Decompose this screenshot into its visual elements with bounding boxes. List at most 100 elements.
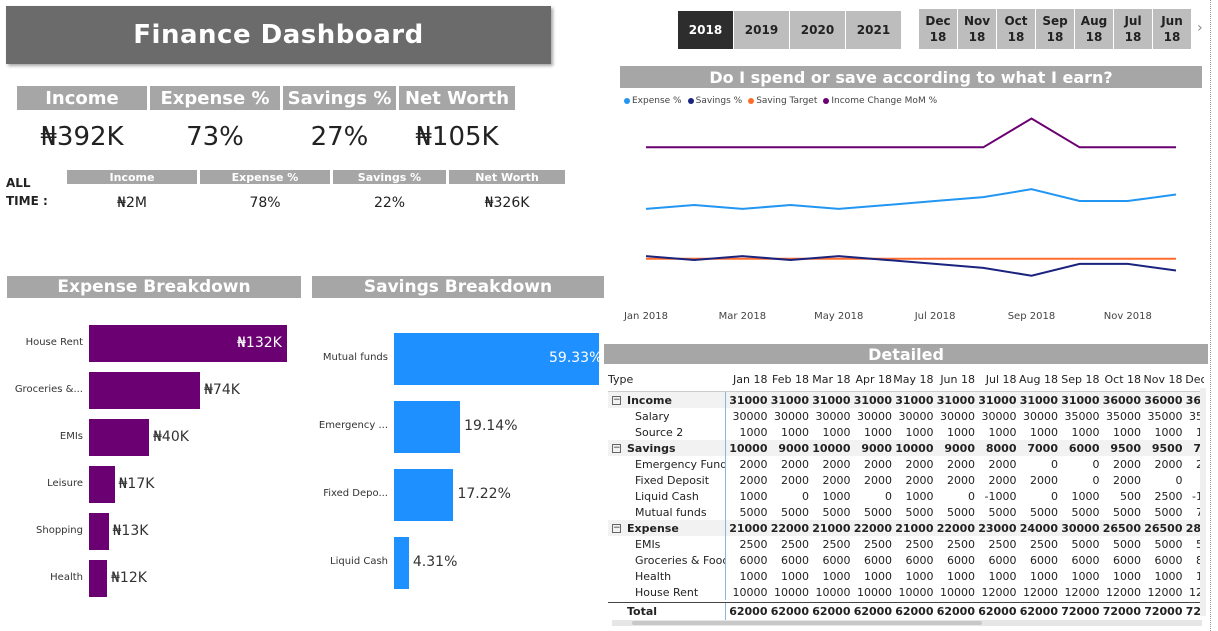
table-cell: 1000 xyxy=(739,489,768,503)
table-cell: 6000 xyxy=(1071,553,1100,567)
matrix-column-header[interactable]: Aug 18 xyxy=(1017,373,1058,386)
chevron-right-icon[interactable]: › xyxy=(1197,20,1203,36)
bar[interactable] xyxy=(394,469,454,521)
month-tab-month: Oct xyxy=(1004,14,1028,28)
x-tick-label: Nov 2018 xyxy=(1104,311,1152,322)
table-cell: 0 xyxy=(1092,473,1100,487)
table-cell: 31000 xyxy=(1019,393,1058,407)
matrix-column-header[interactable]: Dec 18 xyxy=(1183,373,1204,386)
row-label: Liquid Cash xyxy=(635,489,699,503)
table-cell: 1000 xyxy=(1071,569,1100,583)
matrix-column-header[interactable]: Jan 18 xyxy=(726,373,767,386)
table-cell: 2000 xyxy=(988,473,1017,487)
legend-item[interactable]: Savings % xyxy=(687,96,742,106)
year-tab-2021[interactable]: 2021 xyxy=(846,11,902,49)
table-cell: 22000 xyxy=(936,521,975,535)
row-label-cell: Emergency Fund xyxy=(608,456,726,472)
month-tab-month: Aug xyxy=(1080,14,1108,28)
table-cell: 62000 xyxy=(895,605,934,618)
bar-label: Mutual funds xyxy=(322,352,388,363)
table-cell: 6000 xyxy=(1068,441,1100,455)
detailed-title: Detailed xyxy=(604,344,1208,364)
bar[interactable] xyxy=(89,560,107,597)
table-cell: 2500 xyxy=(988,537,1017,551)
all-time-income-value: ₦2M xyxy=(117,195,147,211)
legend-item[interactable]: Saving Target xyxy=(748,96,817,106)
all-time-expense-value: 78% xyxy=(249,195,281,211)
table-cell: 1000 xyxy=(905,425,934,439)
scrollbar-thumb[interactable] xyxy=(632,621,982,625)
series-line[interactable] xyxy=(646,117,1176,149)
matrix-column-header[interactable]: May 18 xyxy=(892,373,933,386)
table-cell: 12000 xyxy=(1064,585,1100,599)
table-cell: 8000 xyxy=(985,441,1017,455)
table-cell: 1000 xyxy=(822,489,851,503)
table-cell: 10000 xyxy=(898,585,934,599)
row-label-cell[interactable]: − Savings xyxy=(608,440,726,456)
month-tab[interactable]: Jun 18 xyxy=(1153,9,1192,49)
month-tab[interactable]: Jul 18 xyxy=(1114,9,1153,49)
matrix-column-header[interactable]: Nov 18 xyxy=(1141,373,1183,386)
table-cell: 36000 xyxy=(1102,393,1141,407)
row-label-cell[interactable]: − Income xyxy=(608,392,726,408)
matrix-column-header[interactable]: Feb 18 xyxy=(768,373,809,386)
bar[interactable] xyxy=(89,419,149,456)
row-label-cell: Fixed Deposit xyxy=(608,472,726,488)
month-tab[interactable]: Nov 18 xyxy=(958,9,997,49)
table-cell: 21000 xyxy=(729,521,768,535)
collapse-icon[interactable]: − xyxy=(612,523,621,533)
bar-label: EMIs xyxy=(59,430,83,442)
table-cell: 2500 xyxy=(822,537,851,551)
matrix-horizontal-scrollbar[interactable] xyxy=(612,620,1202,626)
year-tab-2020[interactable]: 2020 xyxy=(790,11,846,49)
collapse-icon[interactable]: − xyxy=(612,443,621,453)
matrix-column-header[interactable]: Sep 18 xyxy=(1058,373,1099,386)
matrix-column-header[interactable]: Jul 18 xyxy=(975,373,1017,386)
matrix-column-header[interactable]: Apr 18 xyxy=(851,373,892,386)
bar[interactable] xyxy=(394,537,409,589)
matrix-column-header[interactable]: Oct 18 xyxy=(1100,373,1141,386)
row-label-cell[interactable]: − Expense xyxy=(608,520,726,536)
table-cell: 30000 xyxy=(857,409,892,423)
legend-item[interactable]: Expense % xyxy=(624,96,682,106)
table-cell: 10000 xyxy=(812,441,851,455)
bar[interactable] xyxy=(394,401,461,453)
month-tab[interactable]: Sep 18 xyxy=(1036,9,1075,49)
table-cell: 1000 xyxy=(822,569,851,583)
matrix-column-header[interactable]: Jun 18 xyxy=(934,373,975,386)
legend-item[interactable]: Income Change MoM % xyxy=(823,96,937,106)
series-line[interactable] xyxy=(645,188,1177,210)
all-time-expense-header: Expense % xyxy=(200,170,330,184)
bar[interactable] xyxy=(89,513,109,550)
kpi-networth-value: ₦105K xyxy=(415,122,499,152)
row-label: House Rent xyxy=(635,585,699,599)
kpi-expense-value: 73% xyxy=(186,122,244,152)
x-tick-label: Mar 2018 xyxy=(719,311,767,322)
bar[interactable] xyxy=(89,372,200,409)
table-cell: 1000 xyxy=(947,569,975,583)
table-cell: 31000 xyxy=(812,393,851,407)
month-tab-year: 18 xyxy=(1046,30,1064,44)
year-tab-2018[interactable]: 2018 xyxy=(678,11,734,49)
month-tab-year: 18 xyxy=(1124,30,1142,44)
matrix-vertical-scrollbar[interactable] xyxy=(1200,388,1206,616)
month-tab[interactable]: Dec 18 xyxy=(919,9,958,49)
all-time-label-line2: TIME : xyxy=(6,194,48,208)
year-tab-2019[interactable]: 2019 xyxy=(734,11,790,49)
matrix-type-header[interactable]: Type xyxy=(608,368,726,391)
table-cell: 2000 xyxy=(1030,473,1058,487)
table-cell: 5000 xyxy=(822,505,851,519)
month-tab[interactable]: Oct 18 xyxy=(997,9,1036,49)
month-tab[interactable]: Aug 18 xyxy=(1075,9,1114,49)
matrix-column-header[interactable]: Mar 18 xyxy=(809,373,850,386)
table-cell: 0 xyxy=(802,489,809,503)
table-row: Source 2 1000 1000 1000 1000 1000 1000 1000 1000… xyxy=(608,424,1204,440)
table-cell: 2500 xyxy=(739,537,768,551)
table-cell: 5000 xyxy=(1113,537,1141,551)
collapse-icon[interactable]: − xyxy=(612,395,621,405)
table-cell: 62000 xyxy=(936,605,975,618)
bar[interactable] xyxy=(89,466,115,503)
table-cell: 10000 xyxy=(857,585,892,599)
bar-value-label: ₦17K xyxy=(118,475,155,492)
legend-label: Expense % xyxy=(632,96,682,106)
